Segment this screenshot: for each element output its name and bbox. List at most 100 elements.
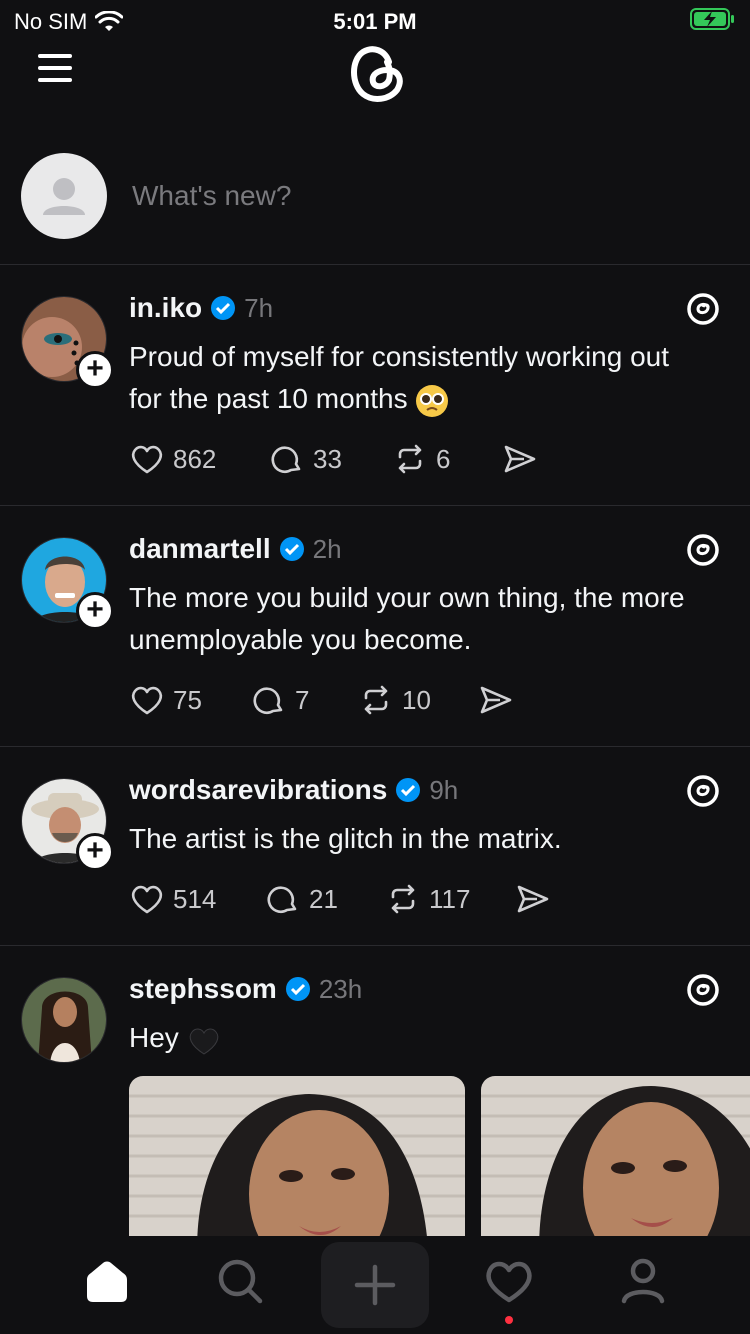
pleading-face-emoji-icon [416, 384, 449, 417]
post-time: 23h [318, 973, 363, 1004]
post-image[interactable] [481, 1076, 750, 1236]
post-body: Proud of myself for consistently working… [129, 341, 670, 414]
top-bar [0, 36, 750, 112]
post-media-row[interactable] [129, 1076, 750, 1236]
user-avatar[interactable] [21, 153, 107, 239]
username[interactable]: in.iko [129, 292, 202, 324]
post-text: Hey [129, 1017, 709, 1059]
tab-search[interactable] [207, 1248, 273, 1314]
tab-profile[interactable] [610, 1248, 676, 1314]
post-time: 9h [429, 774, 459, 805]
create-icon [354, 1264, 396, 1306]
repost-button[interactable]: 6 [392, 441, 502, 477]
tab-bar [0, 1236, 750, 1334]
threads-logo-icon[interactable] [686, 533, 720, 567]
heart-icon [131, 686, 163, 715]
photo-image [129, 1076, 465, 1236]
repost-button[interactable]: 10 [358, 682, 478, 718]
like-count: 75 [173, 684, 202, 715]
black-heart-emoji-icon [189, 1028, 218, 1055]
clock: 5:01 PM [333, 9, 417, 34]
avatar [21, 977, 107, 1063]
post-card[interactable]: + in.iko 7h Proud of myself for consiste… [0, 264, 750, 505]
post-time: 7h [244, 292, 274, 323]
status-bar: No SIM 5:01 PM [0, 0, 750, 40]
post-header: wordsarevibrations 9h [129, 774, 458, 806]
post-text: Proud of myself for consistently working… [129, 336, 709, 420]
repost-count: 117 [429, 883, 471, 914]
username[interactable]: wordsarevibrations [129, 774, 387, 806]
post-actions: 75 7 10 [129, 682, 514, 718]
heart-icon [131, 885, 163, 914]
follow-button[interactable]: + [76, 592, 114, 630]
share-button[interactable] [502, 441, 538, 477]
verified-badge-icon [396, 778, 421, 802]
post-avatar[interactable]: + [21, 778, 114, 871]
post-actions: 514 21 117 [129, 881, 551, 917]
like-button[interactable]: 75 [129, 682, 251, 718]
like-count: 862 [173, 443, 217, 474]
share-button[interactable] [515, 881, 551, 917]
notification-dot [505, 1316, 513, 1324]
home-icon [87, 1261, 127, 1302]
reply-count: 33 [313, 443, 342, 474]
post-body: The artist is the glitch in the matrix. [129, 823, 562, 854]
send-icon [480, 686, 512, 714]
post-avatar[interactable]: + [21, 537, 114, 630]
repost-count: 10 [402, 684, 431, 715]
profile-icon [621, 1258, 665, 1304]
menu-icon[interactable] [36, 52, 76, 84]
tab-activity[interactable] [476, 1248, 542, 1314]
repost-icon [391, 884, 415, 914]
heart-icon [131, 445, 163, 474]
verified-badge-icon [279, 537, 304, 561]
repost-icon [364, 685, 388, 715]
threads-logo-icon[interactable] [686, 973, 720, 1007]
comment-icon [253, 687, 283, 715]
follow-button[interactable]: + [76, 351, 114, 389]
post-card[interactable]: + wordsarevibrations 9h The artist is th… [0, 746, 750, 945]
tab-create[interactable] [321, 1242, 429, 1328]
verified-badge-icon [285, 977, 310, 1001]
post-image[interactable] [129, 1076, 465, 1236]
post-header: in.iko 7h [129, 292, 273, 324]
post-header: stephssom 23h [129, 973, 362, 1005]
default-avatar-icon [43, 178, 85, 215]
composer[interactable]: What's new? [0, 150, 750, 264]
comment-icon [271, 446, 301, 474]
reply-count: 21 [309, 883, 338, 914]
post-actions: 862 33 6 [129, 441, 538, 477]
tab-home[interactable] [74, 1248, 140, 1314]
post-time: 2h [312, 533, 342, 564]
activity-icon [486, 1261, 532, 1303]
repost-button[interactable]: 117 [385, 881, 515, 917]
post-avatar[interactable]: + [21, 296, 114, 389]
username[interactable]: stephssom [129, 973, 277, 1005]
reply-button[interactable]: 33 [269, 441, 392, 477]
reply-button[interactable]: 7 [251, 682, 358, 718]
threads-logo-icon[interactable] [343, 40, 407, 106]
repost-icon [398, 444, 422, 474]
follow-button[interactable]: + [76, 833, 114, 871]
photo-image [481, 1076, 750, 1236]
repost-count: 6 [436, 443, 451, 474]
post-avatar[interactable] [21, 977, 109, 1065]
post-body: Hey [129, 1022, 179, 1053]
reply-count: 7 [295, 684, 310, 715]
share-button[interactable] [478, 682, 514, 718]
reply-button[interactable]: 21 [265, 881, 385, 917]
search-icon [218, 1259, 263, 1304]
battery-charging-icon [690, 8, 734, 30]
like-button[interactable]: 862 [129, 441, 269, 477]
comment-icon [267, 886, 297, 914]
threads-logo-icon[interactable] [686, 774, 720, 808]
composer-input[interactable]: What's new? [132, 180, 291, 212]
like-count: 514 [173, 883, 217, 914]
like-button[interactable]: 514 [129, 881, 265, 917]
username[interactable]: danmartell [129, 533, 271, 565]
post-body: The more you build your own thing, the m… [129, 582, 685, 655]
send-icon [517, 885, 549, 913]
post-card[interactable]: + danmartell 2h The more you build your … [0, 505, 750, 746]
verified-badge-icon [211, 296, 236, 320]
threads-logo-icon[interactable] [686, 292, 720, 326]
